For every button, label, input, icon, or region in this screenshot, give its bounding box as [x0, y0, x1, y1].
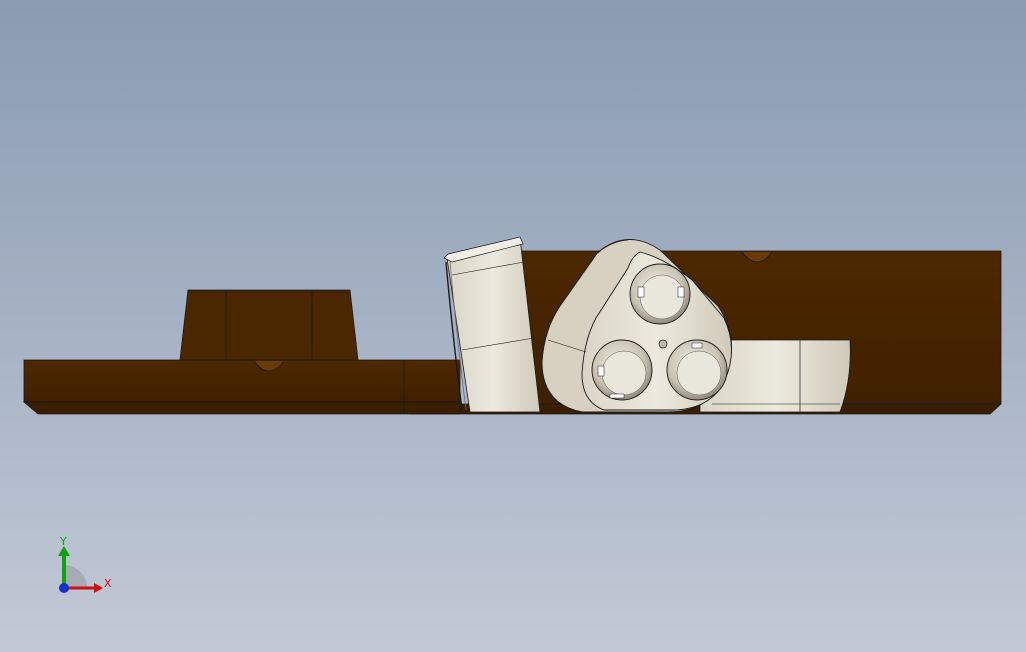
left-base-plate[interactable]	[22, 359, 461, 415]
triad-x-arrow	[94, 583, 103, 593]
bore-top	[629, 263, 691, 325]
triad-x-label: X	[104, 577, 112, 590]
triad-z-axis	[59, 583, 69, 593]
triad-y-label: Y	[59, 535, 67, 548]
center-screw-hole	[658, 339, 668, 349]
raised-boss[interactable]	[179, 289, 359, 361]
cad-viewport[interactable]: Y X	[0, 0, 1026, 652]
bore-lower-left	[591, 339, 653, 401]
bore-lower-right	[666, 339, 728, 401]
model-scene[interactable]: Y X	[0, 0, 1026, 652]
axis-triad: Y X	[58, 535, 112, 593]
